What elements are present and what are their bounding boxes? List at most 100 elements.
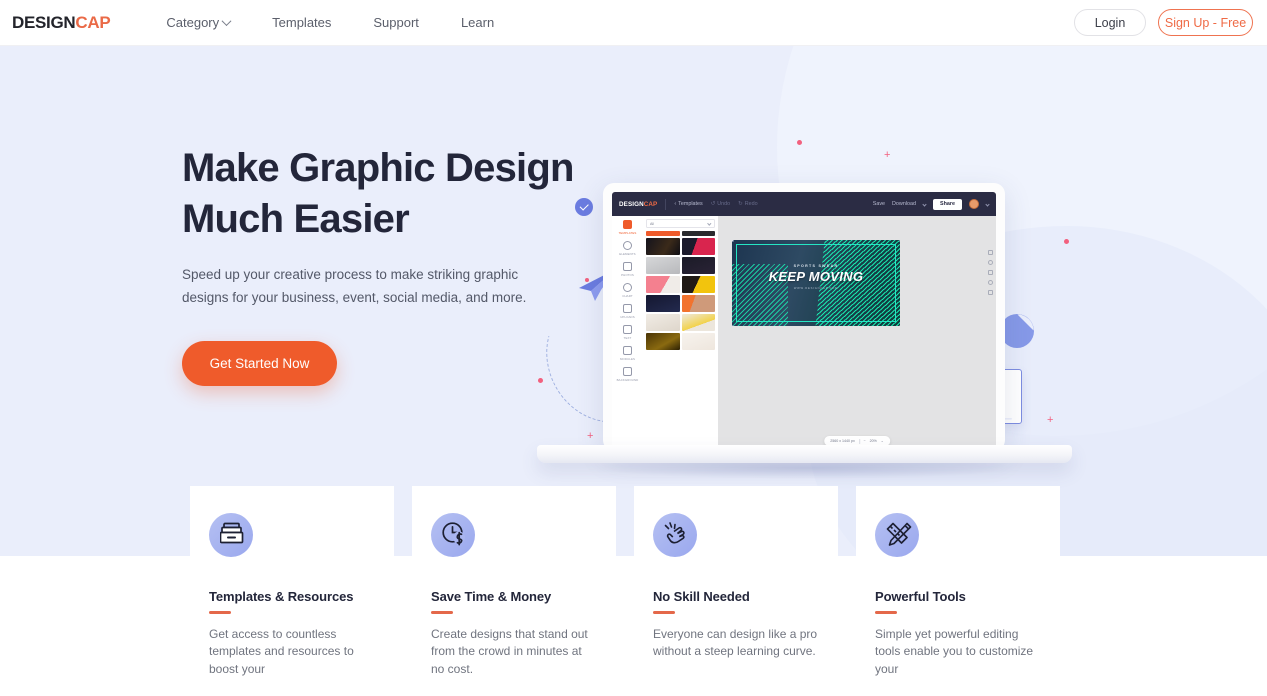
template-thumbnail[interactable] [681, 333, 715, 350]
hero-subtitle: Speed up your creative process to make s… [182, 267, 527, 305]
hero-section: + + + Make Graphic Design Much Easier Sp… [0, 46, 1267, 556]
template-thumbnail[interactable] [646, 333, 680, 350]
sidebar-item-text[interactable]: TEXT [612, 325, 643, 340]
feature-card-title: No Skill Needed [653, 589, 750, 604]
sidebar-item-label: TEMPLATES [618, 230, 637, 235]
template-thumbnail[interactable] [646, 231, 680, 236]
signup-button[interactable]: Sign Up - Free [1158, 9, 1253, 36]
app-download-button[interactable]: Download [892, 201, 916, 207]
template-thumbnail[interactable] [681, 276, 715, 293]
nav-item-learn[interactable]: Learn [440, 15, 515, 30]
sidebar-item-modules[interactable]: MODULES [612, 346, 643, 361]
app-undo-button[interactable]: ↺ Undo [711, 201, 730, 207]
sidebar-item-label: UPLOADS [620, 314, 635, 319]
template-thumbnail[interactable] [646, 314, 680, 331]
nav-item-templates[interactable]: Templates [251, 15, 352, 30]
sidebar-item-background[interactable]: BACKGROUND [612, 367, 643, 382]
design-kicker: SPORTS SWEAR [793, 264, 839, 268]
pencil-ruler-icon [875, 513, 919, 557]
template-thumbnail[interactable] [681, 257, 715, 274]
feature-card-title: Powerful Tools [875, 589, 966, 604]
avatar[interactable] [969, 199, 979, 209]
title-underline [875, 611, 897, 614]
app-topbar-actions: Save Download Share [873, 198, 990, 210]
app-templates-panel: All [643, 216, 718, 451]
sidebar-item-label: PHOTOS [621, 272, 634, 277]
resize-handle[interactable] [898, 324, 900, 326]
get-started-button[interactable]: Get Started Now [182, 341, 337, 386]
brand-logo[interactable]: DESIGNCAP [12, 12, 111, 33]
resize-handle[interactable] [732, 240, 734, 242]
app-redo-button[interactable]: ↻ Redo [738, 201, 757, 207]
title-underline [209, 611, 231, 614]
zoom-level-label: 20% [869, 439, 877, 443]
sidebar-item-label: BACKGROUND [616, 377, 639, 382]
app-undo-label: Undo [717, 201, 731, 207]
app-sidebar-rail: TEMPLATES ELEMENTS PHOTOS CHART UPLOADS … [612, 216, 643, 451]
login-button[interactable]: Login [1074, 9, 1146, 36]
app-save-button[interactable]: Save [873, 201, 885, 207]
upload-icon [623, 304, 632, 313]
app-logo-part2: CAP [643, 200, 658, 208]
laptop-mockup: DESIGNCAP ‹ Templates ↺ Undo ↻ Redo Save… [537, 136, 1072, 479]
template-thumbnail[interactable] [646, 238, 680, 255]
feature-card-description: Get access to countless templates and re… [209, 626, 354, 676]
sidebar-item-uploads[interactable]: UPLOADS [612, 304, 643, 319]
template-category-select[interactable]: All [646, 219, 715, 228]
canvas-size-label: 2560 x 1440 px [830, 439, 855, 443]
text-icon [623, 325, 632, 334]
resize-handle[interactable] [732, 324, 734, 326]
design-url: WWW.DESIGNCAP.COM [793, 287, 839, 290]
canvas-design[interactable]: SPORTS SWEAR KEEP MOVING WWW.DESIGNCAP.C… [732, 240, 900, 326]
sidebar-item-templates[interactable]: TEMPLATES [612, 220, 643, 235]
template-thumbnail[interactable] [681, 231, 715, 236]
sidebar-item-chart[interactable]: CHART [612, 283, 643, 298]
duplicate-icon[interactable] [988, 280, 993, 285]
header-actions: Login Sign Up - Free [1074, 9, 1253, 36]
template-thumbnail[interactable] [646, 295, 680, 312]
sidebar-item-label: ELEMENTS [619, 251, 636, 256]
chevron-down-icon[interactable]: ⌄ [881, 439, 884, 443]
template-thumbnail[interactable] [646, 276, 680, 293]
nav-item-support[interactable]: Support [352, 15, 440, 30]
clock-dollar-icon [431, 513, 475, 557]
delete-icon[interactable] [988, 290, 993, 295]
brand-logo-part2: CAP [75, 12, 111, 32]
app-topbar: DESIGNCAP ‹ Templates ↺ Undo ↻ Redo Save… [612, 192, 996, 216]
main-nav: Category Templates Support Learn [145, 15, 515, 30]
template-thumbnail[interactable] [681, 295, 715, 312]
hero-title-line2: Much Easier [182, 197, 410, 241]
lock-icon[interactable] [988, 270, 993, 275]
chevron-down-icon[interactable] [922, 201, 927, 207]
feature-card-description: Simple yet powerful editing tools enable… [875, 626, 1034, 676]
feature-card-save-time: Save Time & Money Create designs that st… [412, 486, 616, 696]
app-brand-logo: DESIGNCAP [619, 201, 657, 208]
app-back-label: Templates [678, 201, 703, 207]
nav-item-category-label: Category [166, 15, 220, 30]
design-headline: KEEP MOVING [768, 269, 864, 284]
sidebar-item-label: TEXT [623, 335, 632, 340]
template-thumbnail[interactable] [681, 238, 715, 255]
snap-fingers-icon [653, 513, 697, 557]
chevron-down-icon[interactable] [985, 201, 990, 207]
template-thumbnail[interactable] [681, 314, 715, 331]
feature-card-no-skill: No Skill Needed Everyone can design like… [634, 486, 838, 696]
chevron-down-icon [221, 16, 232, 27]
sidebar-item-elements[interactable]: ELEMENTS [612, 241, 643, 256]
app-back-to-templates[interactable]: ‹ Templates [674, 201, 702, 207]
resize-handle[interactable] [898, 240, 900, 242]
nav-item-category[interactable]: Category [145, 15, 251, 30]
template-thumbnail[interactable] [646, 257, 680, 274]
background-icon [623, 367, 632, 376]
feature-card-title: Save Time & Money [431, 589, 552, 604]
zoom-out-icon[interactable]: − [863, 439, 865, 443]
app-canvas[interactable]: SPORTS SWEAR KEEP MOVING WWW.DESIGNCAP.C… [718, 216, 996, 451]
app-share-button[interactable]: Share [933, 198, 962, 210]
elements-icon [623, 241, 632, 250]
sidebar-item-photos[interactable]: PHOTOS [612, 262, 643, 277]
opacity-icon[interactable] [988, 260, 993, 265]
modules-icon [623, 346, 632, 355]
title-underline [653, 611, 675, 614]
layers-icon[interactable] [988, 250, 993, 255]
brand-logo-part1: DESIGN [12, 12, 76, 32]
